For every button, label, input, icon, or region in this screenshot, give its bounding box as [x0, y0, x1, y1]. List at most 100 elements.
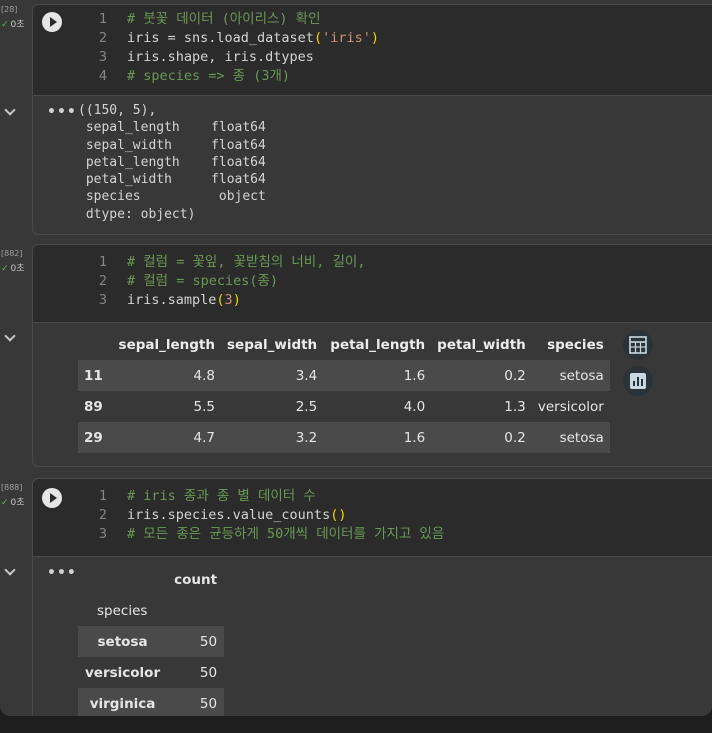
code-token: ()	[330, 507, 347, 523]
code-line[interactable]: 1 # 붓꽃 데이터 (아이리스) 확인	[93, 10, 321, 29]
table-cell: 4.7	[112, 422, 221, 453]
row-index: 29	[78, 422, 112, 453]
table-cell: versicolor	[537, 398, 604, 415]
header-row: count	[78, 564, 224, 595]
code-line[interactable]: 4 # species => 종 (3개)	[93, 67, 290, 86]
code-token: # species => 종 (3개)	[127, 68, 291, 84]
code-token: )	[370, 30, 379, 46]
code-token: iris.species.value_counts	[127, 507, 331, 523]
code-line[interactable]: 2 # 컬럼 = species(종)	[93, 272, 278, 291]
bottom-bar	[0, 716, 712, 733]
notebook-page: [28] ✓ 0초 1 # 붓꽃 데이터 (아이리스) 확인 2 iris = sns.…	[0, 0, 712, 716]
code-token: # 컬럼 = species(종)	[127, 273, 279, 289]
code-token: # 붓꽃 데이터 (아이리스) 확인	[127, 11, 321, 27]
line-number: 2	[98, 507, 107, 523]
line-number: 3	[98, 49, 107, 65]
table-row: 11 4.8 3.4 1.6 0.2 setosa	[78, 360, 610, 391]
table-cell: 4.0	[403, 398, 426, 415]
column-header: sepal_width	[227, 337, 318, 353]
check-icon: ✓	[1, 264, 9, 274]
bar-chart-icon[interactable]	[623, 366, 653, 396]
check-icon: ✓	[1, 20, 9, 30]
chevron-down-icon[interactable]	[4, 104, 16, 116]
column-header: species	[547, 337, 604, 353]
value-counts-table: count species setosa 50 versicolor 50 virginic…	[78, 564, 225, 716]
code-token: iris.sample	[127, 292, 217, 308]
play-icon[interactable]	[42, 12, 62, 32]
code-token: (	[216, 292, 225, 308]
row-index: setosa	[78, 626, 168, 657]
table-cell: 50	[167, 688, 225, 716]
line-number: 4	[98, 68, 107, 84]
code-line[interactable]: 2 iris = sns.load_dataset('iris')	[93, 29, 379, 48]
line-number: 1	[98, 488, 107, 504]
execution-time: ✓ 0초	[1, 498, 25, 508]
line-number: 1	[98, 254, 107, 270]
cell-container[interactable]: 1 # iris 종과 종 별 데이터 수 2 iris.species.value_…	[32, 478, 712, 716]
cell-output: sepal_length sepal_width petal_length petal…	[33, 322, 712, 466]
count-header: count	[174, 571, 218, 588]
code-token: iris.shape, iris.dtypes	[127, 49, 314, 65]
index-name: species	[97, 602, 148, 619]
execution-count: [28]	[1, 5, 18, 14]
code-token: )	[232, 292, 241, 308]
table-cell: setosa	[531, 422, 610, 453]
code-line[interactable]: 2 iris.species.value_counts()	[93, 506, 347, 525]
code-editor[interactable]: 1 # iris 종과 종 별 데이터 수 2 iris.species.value_…	[33, 479, 712, 556]
table-icon[interactable]	[623, 330, 653, 360]
code-line[interactable]: 3 iris.shape, iris.dtypes	[93, 48, 314, 67]
code-token: iris = sns.load_dataset	[127, 30, 314, 46]
column-header: sepal_length	[118, 337, 215, 353]
table-cell: 1.6	[323, 360, 432, 391]
table-cell: 4.8	[112, 360, 221, 391]
chevron-down-icon[interactable]	[4, 330, 16, 342]
code-line[interactable]: 3 iris.sample(3)	[93, 291, 241, 310]
cell-output: ••• ((150, 5), sepal_length float64 sepa…	[33, 95, 712, 234]
table-cell: setosa	[531, 360, 610, 391]
chevron-down-icon[interactable]	[4, 564, 16, 576]
row-index: 11	[78, 360, 112, 391]
line-number: 2	[98, 30, 107, 46]
column-header: petal_width	[437, 337, 526, 353]
table-cell: 2.5	[295, 398, 318, 415]
code-token: (	[313, 30, 323, 46]
cell-container[interactable]: 1 # 붓꽃 데이터 (아이리스) 확인 2 iris = sns.load_data…	[32, 4, 712, 235]
code-editor[interactable]: 1 # 컬럼 = 꽃잎, 꽃받침의 너비, 길이, 2 # 컬럼 = species(…	[33, 245, 712, 322]
execution-time: ✓ 0초	[1, 20, 25, 30]
code-token: # 모든 종은 균등하게 50개씩 데이터를 가지고 있음	[127, 526, 445, 542]
dataframe-table: sepal_length sepal_width petal_length petal…	[78, 330, 610, 453]
play-icon[interactable]	[42, 488, 62, 508]
more-options-icon[interactable]: •••	[47, 565, 77, 581]
line-number: 1	[98, 11, 107, 27]
more-options-icon[interactable]: •••	[47, 104, 77, 120]
blank-header	[78, 564, 167, 595]
table-row: 89 5.5 2.5 4.0 1.3 versicolor	[78, 391, 610, 422]
code-line[interactable]: 3 # 모든 종은 균등하게 50개씩 데이터를 가지고 있음	[93, 525, 444, 544]
code-line[interactable]: 1 # iris 종과 종 별 데이터 수	[93, 487, 316, 506]
table-cell: 1.6	[323, 422, 432, 453]
line-number: 2	[98, 273, 107, 289]
code-token: # 컬럼 = 꽃잎, 꽃받침의 너비, 길이,	[127, 254, 366, 270]
blank-header	[167, 595, 224, 626]
table-row: virginica 50	[78, 688, 225, 716]
execution-count: [882]	[1, 249, 23, 258]
check-icon: ✓	[1, 498, 9, 508]
table-cell: 5.5	[193, 398, 215, 415]
table-row: 29 4.7 3.2 1.6 0.2 setosa	[78, 422, 610, 453]
column-header: petal_length	[330, 337, 426, 353]
table-cell: 3.2	[221, 422, 324, 453]
code-editor[interactable]: 1 # 붓꽃 데이터 (아이리스) 확인 2 iris = sns.load_data…	[33, 5, 712, 95]
cell-container[interactable]: 1 # 컬럼 = 꽃잎, 꽃받침의 너비, 길이, 2 # 컬럼 = species(…	[32, 244, 712, 467]
row-index: versicolor	[85, 664, 161, 681]
cell-output: ••• count species setosa 50 versicolor 50 virg…	[33, 556, 712, 716]
code-line[interactable]: 1 # 컬럼 = 꽃잎, 꽃받침의 너비, 길이,	[93, 253, 366, 272]
code-token: # iris 종과 종 별 데이터 수	[127, 488, 316, 504]
line-number: 3	[98, 526, 107, 542]
line-number: 3	[98, 292, 107, 308]
table-cell: 1.3	[504, 398, 526, 415]
index-header	[78, 330, 112, 360]
execution-time: ✓ 0초	[1, 264, 25, 274]
code-token: 'iris'	[322, 30, 371, 46]
output-text: ((150, 5), sepal_length float64 sepal_wi…	[78, 103, 266, 222]
table-row: setosa 50	[78, 626, 225, 657]
